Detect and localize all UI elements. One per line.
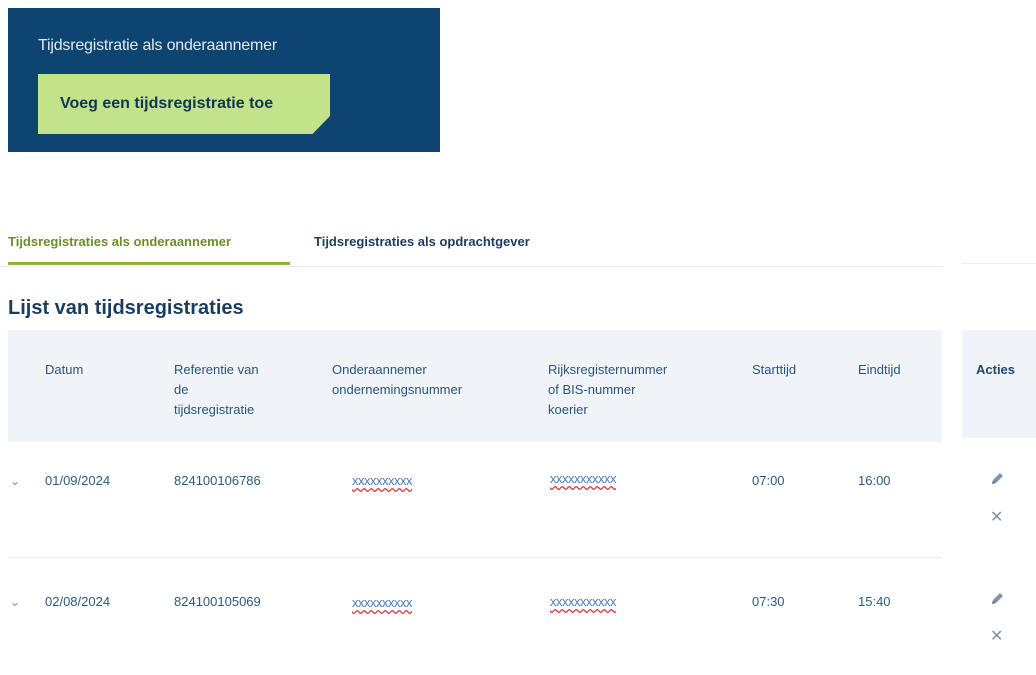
row-divider bbox=[8, 557, 942, 558]
cell-company-number: xxxxxxxxxx bbox=[352, 595, 413, 610]
column-header-start-time: Starttijd bbox=[752, 362, 797, 377]
column-header-actions: Acties bbox=[976, 362, 1016, 377]
cell-start-time: 07:00 bbox=[752, 473, 785, 488]
tabs-divider bbox=[0, 266, 942, 267]
add-time-registration-button[interactable]: Voeg een tijdsregistratie toe bbox=[38, 74, 330, 134]
column-header-reference: Referentie van de tijdsregistratie bbox=[174, 362, 259, 417]
table-header bbox=[8, 330, 942, 442]
cell-reference: 824100106786 bbox=[174, 473, 261, 488]
cell-company-number: xxxxxxxxxx bbox=[352, 473, 413, 488]
chevron-down-icon[interactable]: ⌄ bbox=[10, 474, 20, 488]
cell-start-time: 07:30 bbox=[752, 594, 785, 609]
cell-date: 02/08/2024 bbox=[45, 594, 111, 609]
pencil-icon[interactable] bbox=[988, 590, 1006, 608]
cell-national-number: xxxxxxxxxxx bbox=[550, 594, 617, 609]
cell-end-time: 16:00 bbox=[858, 473, 891, 488]
column-header-company-number: Onderaannemer ondernemingsnummer bbox=[332, 362, 463, 397]
tab-client[interactable]: Tijdsregistraties als opdrachtgever bbox=[314, 234, 530, 249]
actions-divider bbox=[962, 263, 1036, 264]
column-header-date: Datum bbox=[45, 362, 84, 377]
section-title: Lijst van tijdsregistraties bbox=[8, 297, 244, 319]
cell-reference: 824100105069 bbox=[174, 594, 261, 609]
chevron-down-icon[interactable]: ⌄ bbox=[10, 595, 20, 609]
column-header-end-time: Eindtijd bbox=[858, 362, 901, 377]
hero-title: Tijdsregistratie als onderaannemer bbox=[38, 37, 277, 54]
cell-national-number: xxxxxxxxxxx bbox=[550, 471, 617, 486]
close-icon[interactable]: ✕ bbox=[990, 510, 1003, 526]
tab-subcontractor[interactable]: Tijdsregistraties als onderaannemer bbox=[8, 234, 291, 266]
column-header-national-number: Rijksregisternummer of BIS-nummer koerie… bbox=[548, 362, 668, 417]
hero-banner: Tijdsregistratie als onderaannemer Voeg … bbox=[8, 8, 440, 152]
close-icon[interactable]: ✕ bbox=[990, 629, 1003, 645]
cell-date: 01/09/2024 bbox=[45, 473, 111, 488]
cell-end-time: 15:40 bbox=[858, 594, 891, 609]
pencil-icon[interactable] bbox=[988, 470, 1006, 488]
actions-header-cell bbox=[962, 330, 1036, 438]
